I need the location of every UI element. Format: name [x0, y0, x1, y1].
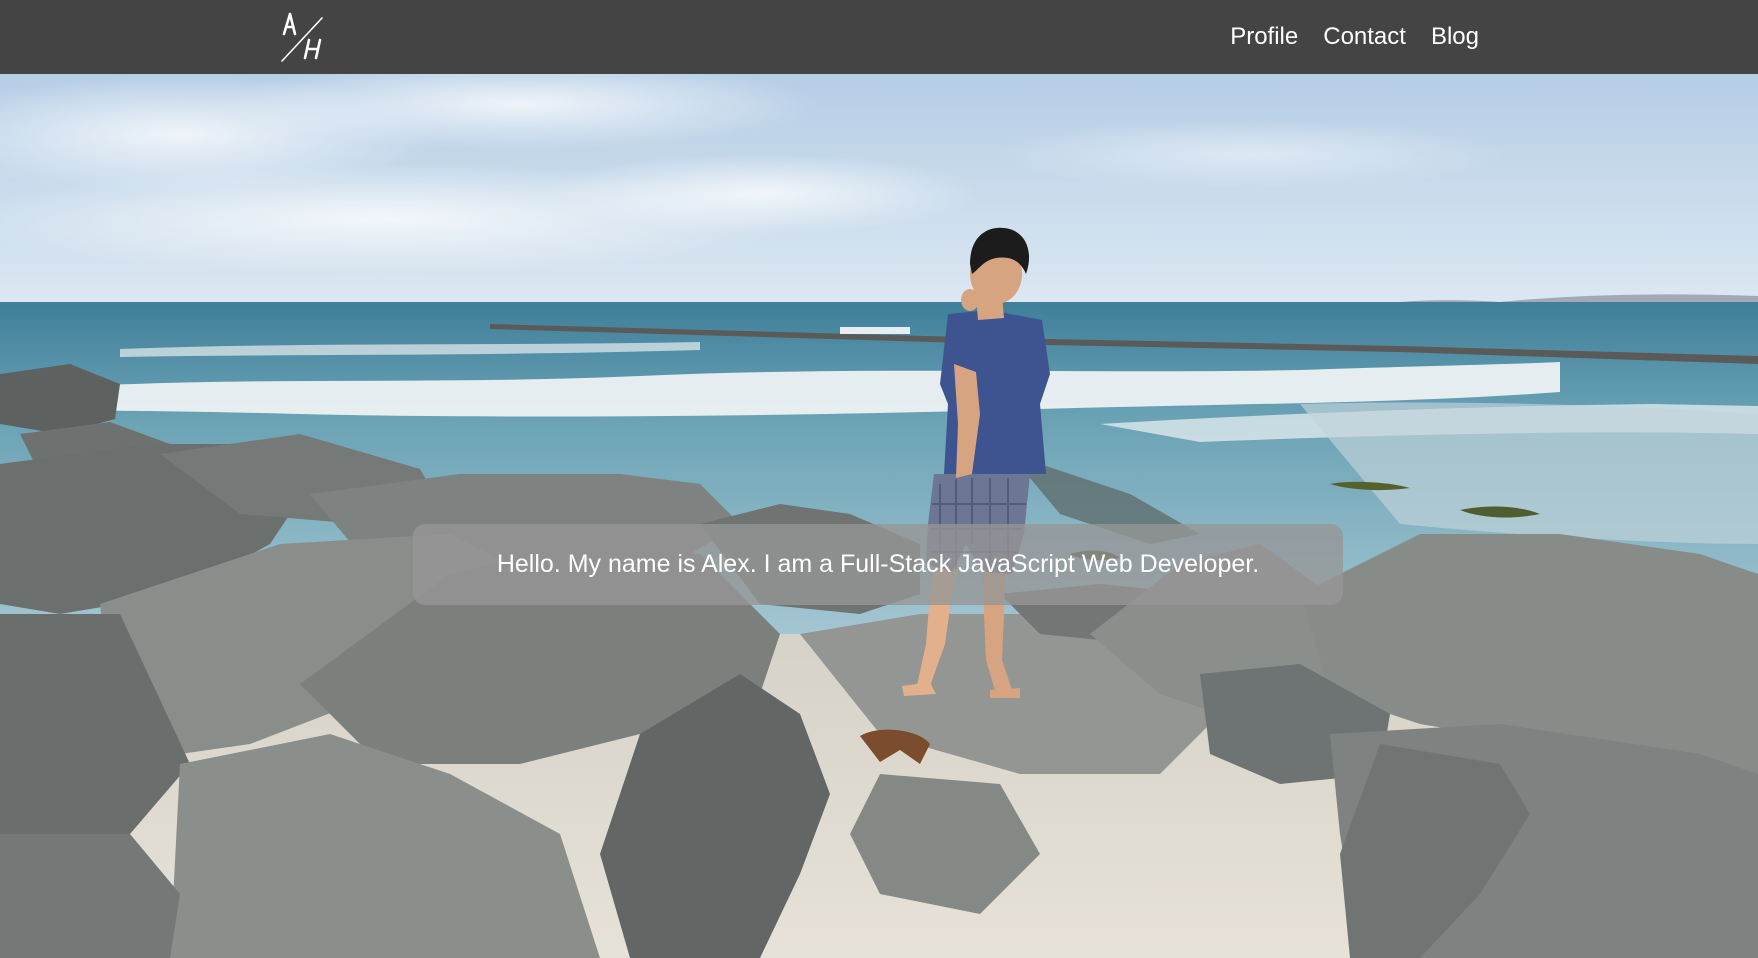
- intro-banner: Hello. My name is Alex. I am a Full-Stac…: [413, 524, 1343, 605]
- top-navbar: Profile Contact Blog: [0, 0, 1758, 74]
- monogram-logo[interactable]: [278, 10, 328, 64]
- intro-text: Hello. My name is Alex. I am a Full-Stac…: [496, 550, 1260, 578]
- hero-section: Hello. My name is Alex. I am a Full-Stac…: [0, 74, 1758, 958]
- nav-link-profile[interactable]: Profile: [1230, 23, 1298, 51]
- page: Profile Contact Blog Hello. My name is A…: [0, 0, 1758, 958]
- main-nav: Profile Contact Blog: [1230, 0, 1479, 74]
- nav-link-blog[interactable]: Blog: [1431, 23, 1479, 51]
- hero-background-image: [0, 74, 1758, 958]
- monogram-logo-icon: [281, 12, 323, 62]
- nav-link-contact[interactable]: Contact: [1323, 23, 1406, 51]
